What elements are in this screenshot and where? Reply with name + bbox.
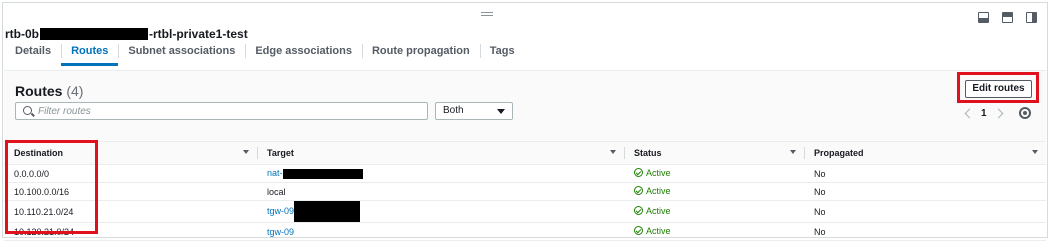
table-header-row: Destination Target Status Propagated [4, 142, 1046, 165]
check-circle-icon [634, 168, 643, 178]
column-header-propagated[interactable]: Propagated [804, 142, 1046, 165]
chevron-left-icon[interactable] [964, 108, 975, 118]
check-circle-icon [634, 206, 643, 216]
pagination: 1 [962, 106, 1006, 120]
caret-down-icon [497, 109, 505, 114]
tab-routes[interactable]: Routes [61, 40, 119, 66]
sort-icon[interactable] [1032, 150, 1038, 154]
propagated-cell: No [804, 164, 1046, 183]
status-cell: Active [624, 200, 804, 223]
tab-tags[interactable]: Tags [479, 40, 525, 64]
table-row: 10.110.21.0/24 tgw-09 Active No [4, 200, 1046, 223]
tab-bar: Details Routes Subnet associations Edge … [5, 40, 525, 66]
redaction-bar [294, 201, 361, 222]
target-cell[interactable]: tgw-09 [257, 222, 624, 241]
propagated-cell: No [804, 222, 1046, 241]
target-cell: local [257, 182, 624, 201]
column-header-status[interactable]: Status [624, 142, 804, 165]
routes-heading-label: Routes [15, 83, 63, 99]
status-cell: Active [624, 182, 804, 201]
chevron-right-icon[interactable] [993, 108, 1004, 118]
tab-subnet-associations[interactable]: Subnet associations [118, 40, 245, 64]
routes-panel: Routes (4) Both Edit routes 1 Destinatio… [4, 70, 1046, 241]
routes-table: Destination Target Status Propagated 0.0… [4, 142, 1046, 241]
status-cell: Active [624, 222, 804, 241]
tab-route-propagation[interactable]: Route propagation [361, 40, 480, 64]
destination-column-highlight [5, 140, 98, 234]
propagated-cell: No [804, 182, 1046, 201]
resource-title: rtb-0b -rtbl-private1-test [5, 27, 248, 41]
propagation-filter-select[interactable]: Both [435, 102, 513, 120]
table-row: 10.100.0.0/16 local Active No [4, 182, 1046, 201]
routes-heading: Routes (4) [15, 83, 83, 99]
routes-panel-header: Routes (4) Both Edit routes 1 [4, 71, 1046, 142]
propagated-cell: No [804, 200, 1046, 223]
panel-split-icon[interactable] [1002, 12, 1013, 23]
routes-count: (4) [66, 83, 84, 99]
select-value: Both [443, 105, 464, 116]
sort-icon[interactable] [243, 150, 249, 154]
filter-routes-input[interactable] [38, 103, 418, 119]
redaction-bar [282, 168, 363, 179]
status-cell: Active [624, 164, 804, 183]
tab-details[interactable]: Details [5, 40, 61, 64]
redaction-bar [40, 28, 148, 40]
target-cell[interactable]: tgw-09 [257, 200, 624, 223]
sort-icon[interactable] [610, 150, 616, 154]
tab-edge-associations[interactable]: Edge associations [245, 40, 362, 64]
panel-bottom-icon[interactable] [978, 12, 989, 23]
filter-routes-field[interactable] [15, 102, 428, 120]
title-prefix: rtb-0b [5, 27, 39, 41]
gear-icon[interactable] [1019, 107, 1031, 119]
column-header-target[interactable]: Target [257, 142, 624, 165]
panel-layout-controls [978, 12, 1037, 23]
target-cell[interactable]: nat- [257, 164, 624, 183]
table-row: 0.0.0.0/0 nat- Active No [4, 164, 1046, 183]
search-icon [23, 106, 32, 115]
sort-icon[interactable] [790, 150, 796, 154]
page-number[interactable]: 1 [981, 108, 987, 119]
check-circle-icon [634, 226, 643, 236]
check-circle-icon [634, 186, 643, 196]
edit-routes-button[interactable]: Edit routes [965, 80, 1032, 98]
panel-side-icon[interactable] [1026, 12, 1037, 23]
table-row: 10.120.21.0/24 tgw-09 Active No [4, 222, 1046, 241]
resize-handle[interactable] [481, 12, 493, 18]
title-suffix: -rtbl-private1-test [149, 27, 248, 41]
